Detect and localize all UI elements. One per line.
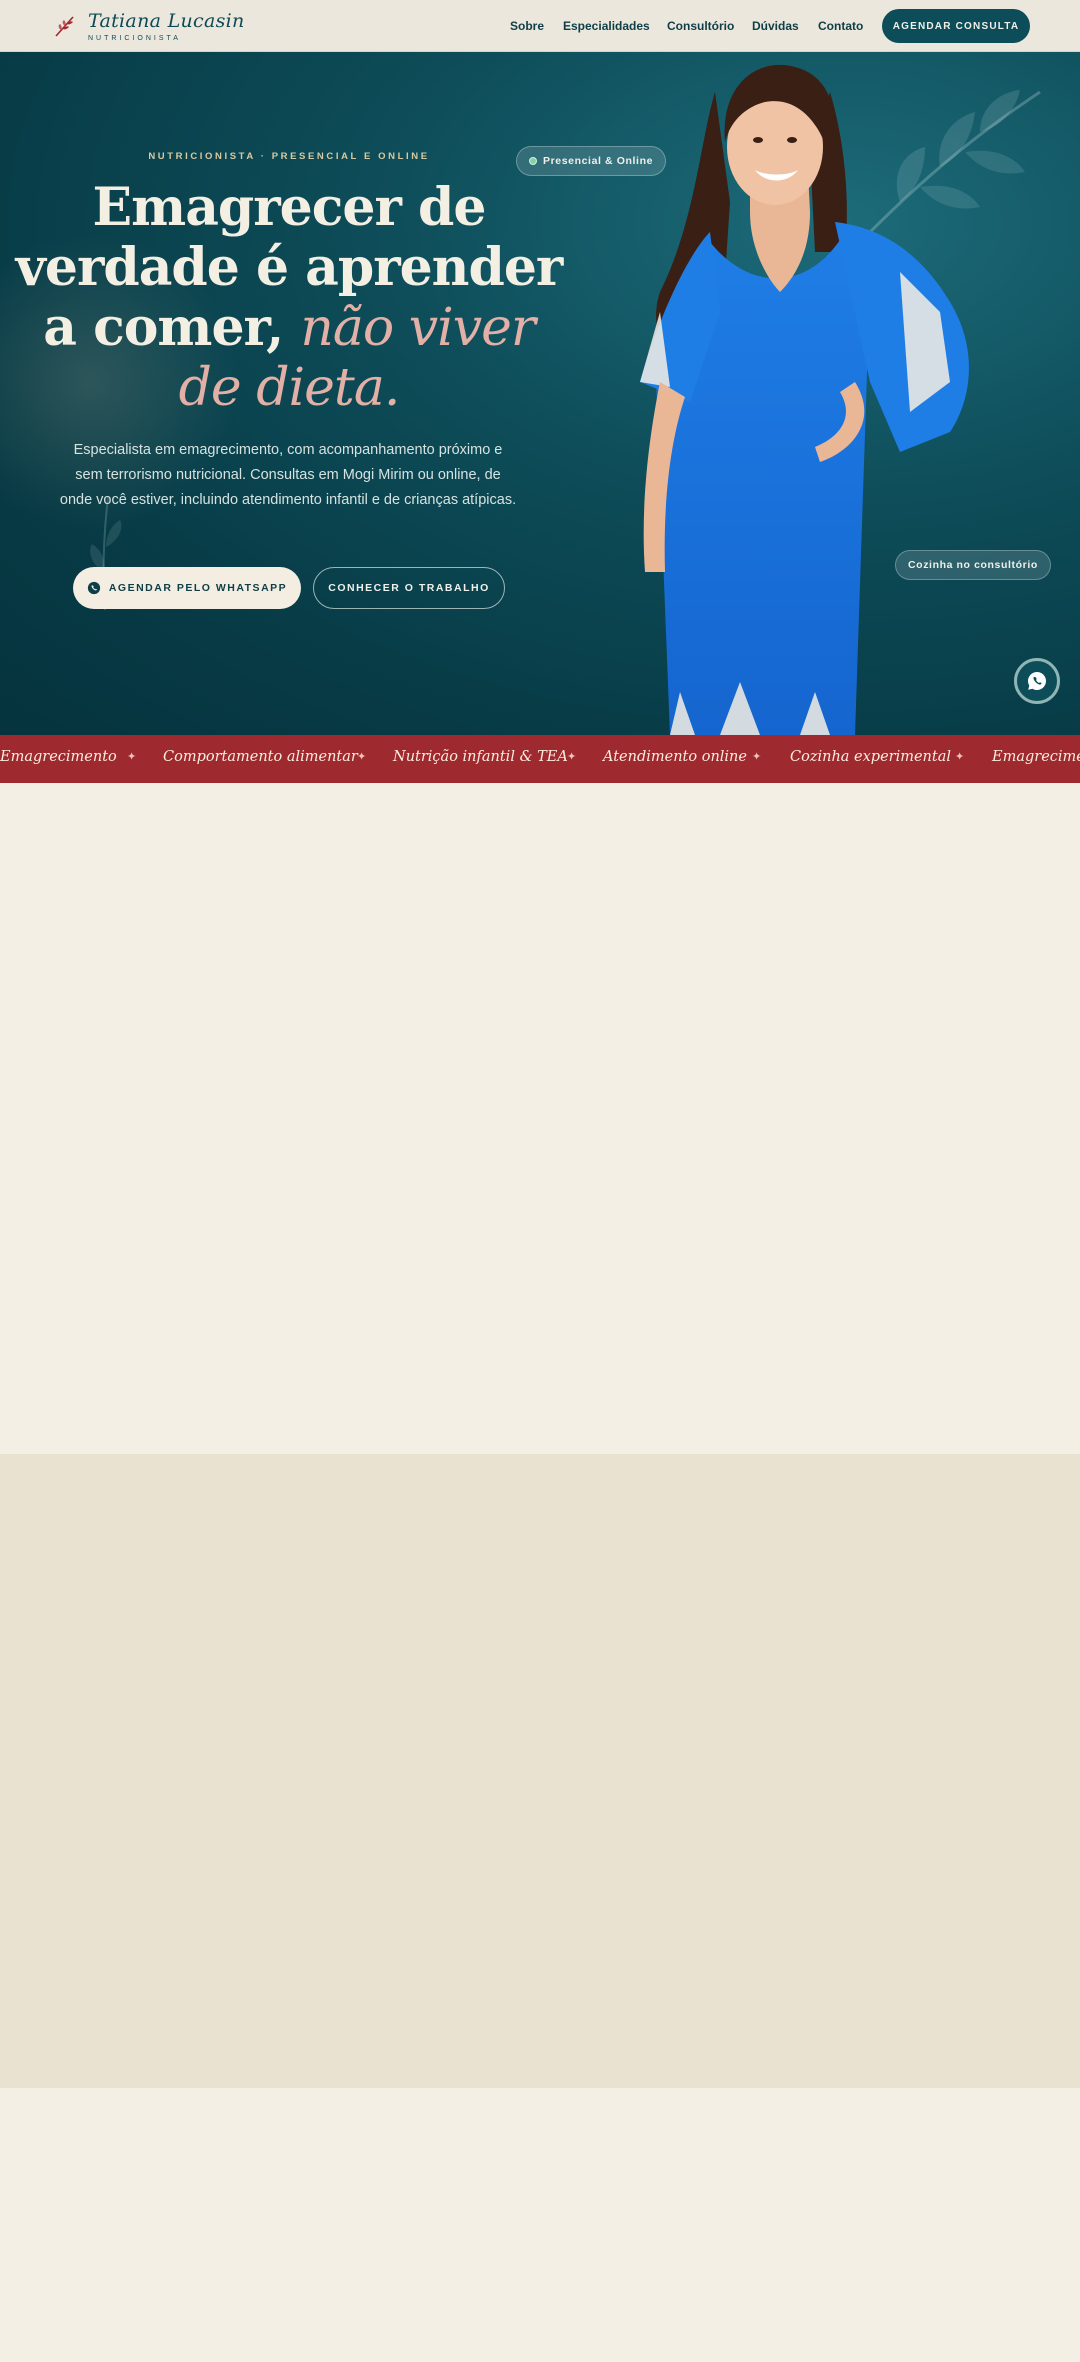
marquee-separator: ✦ — [127, 751, 137, 763]
marquee-separator: ✦ — [567, 751, 577, 763]
content-section-sand — [0, 1454, 1080, 2088]
hero-eyebrow: NUTRICIONISTA · PRESENCIAL E ONLINE — [148, 151, 430, 162]
learn-more-button[interactable]: CONHECER O TRABALHO — [313, 567, 505, 609]
brand-name: Tatiana Lucasin — [88, 9, 245, 32]
hero-headline: Emagrecer de verdade é aprender a comer,… — [0, 177, 578, 419]
hero-section: NUTRICIONISTA · PRESENCIAL E ONLINE Emag… — [0, 52, 1080, 735]
brand-subtitle: NUTRICIONISTA — [88, 34, 181, 42]
nav-link-especialidades[interactable]: Especialidades — [563, 19, 650, 33]
content-section-bottom — [0, 2088, 1080, 2362]
whatsapp-icon — [1028, 672, 1046, 690]
whatsapp-icon — [87, 581, 100, 595]
headline-line-1: Emagrecer de — [92, 177, 487, 238]
whatsapp-schedule-button[interactable]: AGENDAR PELO WHATSAPP — [73, 567, 301, 609]
nav-link-duvidas[interactable]: Dúvidas — [752, 19, 799, 33]
specialties-marquee: Emagrecimento ✦ Comportamento alimentar … — [0, 735, 1080, 783]
nav-link-contato[interactable]: Contato — [818, 19, 863, 33]
badge-presencial-online-label: Presencial & Online — [543, 155, 654, 167]
badge-cozinha-consultorio: Cozinha no consultório — [895, 550, 1051, 580]
brand-logo[interactable]: Tatiana Lucasin NUTRICIONISTA — [52, 6, 245, 46]
marquee-item: Comportamento alimentar — [163, 749, 358, 765]
headline-line-4-accent: de dieta. — [178, 358, 401, 418]
marquee-item: Nutrição infantil & TEA — [393, 749, 568, 765]
marquee-separator: ✦ — [357, 751, 367, 763]
content-section-empty — [0, 783, 1080, 1454]
headline-line-3-plain: a comer, — [43, 297, 301, 358]
badge-cozinha-label: Cozinha no consultório — [908, 559, 1038, 571]
headline-line-2: verdade é aprender — [15, 237, 564, 298]
hero-description: Especialista em emagrecimento, com acomp… — [59, 442, 517, 508]
schedule-consultation-button[interactable]: AGENDAR CONSULTA — [882, 9, 1030, 43]
badge-presencial-online: Presencial & Online — [516, 146, 667, 176]
status-dot-icon — [529, 157, 537, 165]
marquee-separator: ✦ — [955, 751, 965, 763]
marquee-item: Cozinha experimental — [790, 749, 952, 765]
top-navbar: Tatiana Lucasin NUTRICIONISTA Sobre Espe… — [0, 0, 1080, 52]
marquee-item: Emagrecimento — [0, 749, 117, 765]
marquee-item: Atendimento online — [603, 749, 747, 765]
marquee-separator: ✦ — [752, 751, 762, 763]
nav-link-consultorio[interactable]: Consultório — [667, 19, 734, 33]
marquee-item: Emagrecimento — [992, 749, 1080, 765]
nav-link-sobre[interactable]: Sobre — [510, 19, 544, 33]
sprig-logo-icon — [55, 16, 74, 37]
whatsapp-floating-button[interactable] — [1014, 658, 1060, 704]
headline-line-3-accent: não viver — [300, 298, 535, 358]
whatsapp-button-label: AGENDAR PELO WHATSAPP — [108, 582, 288, 594]
